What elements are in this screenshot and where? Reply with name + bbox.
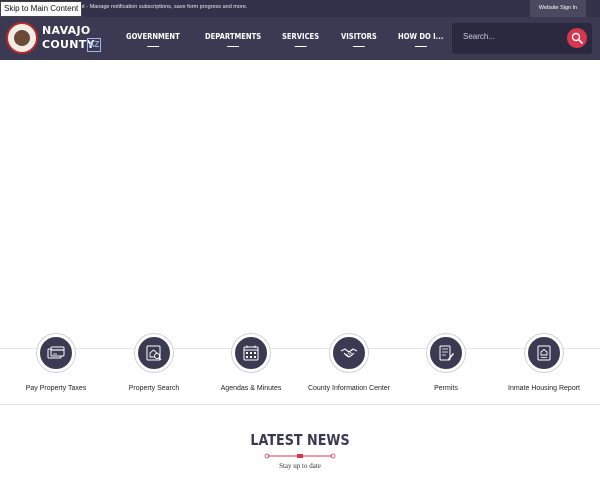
quick-link-circle: [37, 334, 75, 372]
home-search-icon: [146, 345, 162, 361]
nav-services[interactable]: SERVICES: [282, 32, 319, 47]
quick-link-label: County Information Center: [307, 385, 391, 392]
heading-divider-ornament: [264, 453, 336, 459]
nav-visitors[interactable]: VISITORS: [341, 32, 377, 47]
wordmark-line-1: NAVAJO: [42, 24, 91, 37]
seal-emblem-icon: [14, 30, 30, 46]
quick-link-label: Pay Property Taxes: [25, 385, 87, 392]
quick-link-label: Property Search: [128, 385, 180, 392]
handshake-icon: [340, 348, 358, 358]
quick-link-pay-property-taxes[interactable]: Pay Property Taxes: [8, 334, 104, 392]
skip-to-main-content-link[interactable]: Skip to Main Content: [0, 1, 83, 17]
state-badge: AZ: [87, 38, 101, 52]
quick-link-label: Agendas & Minutes: [220, 385, 282, 392]
top-utility-bar: ount - Manage notification subscriptions…: [0, 0, 600, 17]
quick-link-circle: [135, 334, 173, 372]
quick-link-circle: [427, 334, 465, 372]
quick-link-agendas-minutes[interactable]: Agendas & Minutes: [203, 334, 299, 392]
quick-link-circle: [525, 334, 563, 372]
document-pen-icon: [439, 345, 454, 361]
quick-link-county-information-center[interactable]: County Information Center: [301, 334, 397, 392]
nav-how-do-i[interactable]: HOW DO I...: [398, 32, 443, 47]
county-seal-logo[interactable]: [6, 22, 38, 54]
nav-departments[interactable]: DEPARTMENTS: [205, 32, 261, 47]
quick-link-inmate-housing-report[interactable]: Inmate Housing Report: [496, 334, 592, 392]
quick-link-circle: [232, 334, 270, 372]
quick-link-permits[interactable]: Permits: [398, 334, 494, 392]
account-message: ount - Manage notification subscriptions…: [74, 4, 248, 10]
search-placeholder: Search...: [463, 32, 496, 41]
calendar-icon: [243, 345, 259, 361]
search-icon: [571, 32, 583, 44]
quick-link-label: Permits: [434, 385, 458, 392]
credit-card-icon: [47, 346, 65, 359]
latest-news-subtitle: Stay up to date: [279, 462, 321, 470]
latest-news-heading: LATEST NEWS: [250, 431, 350, 449]
search-field[interactable]: Search...: [452, 23, 592, 54]
nav-government[interactable]: GOVERNMENT: [126, 32, 180, 47]
report-icon: [537, 345, 551, 361]
quick-link-property-search[interactable]: Property Search: [106, 334, 202, 392]
quick-link-label: Inmate Housing Report: [508, 385, 580, 392]
website-signin-button[interactable]: Website Sign In: [530, 0, 586, 17]
search-button[interactable]: [567, 28, 587, 48]
quick-link-circle: [330, 334, 368, 372]
